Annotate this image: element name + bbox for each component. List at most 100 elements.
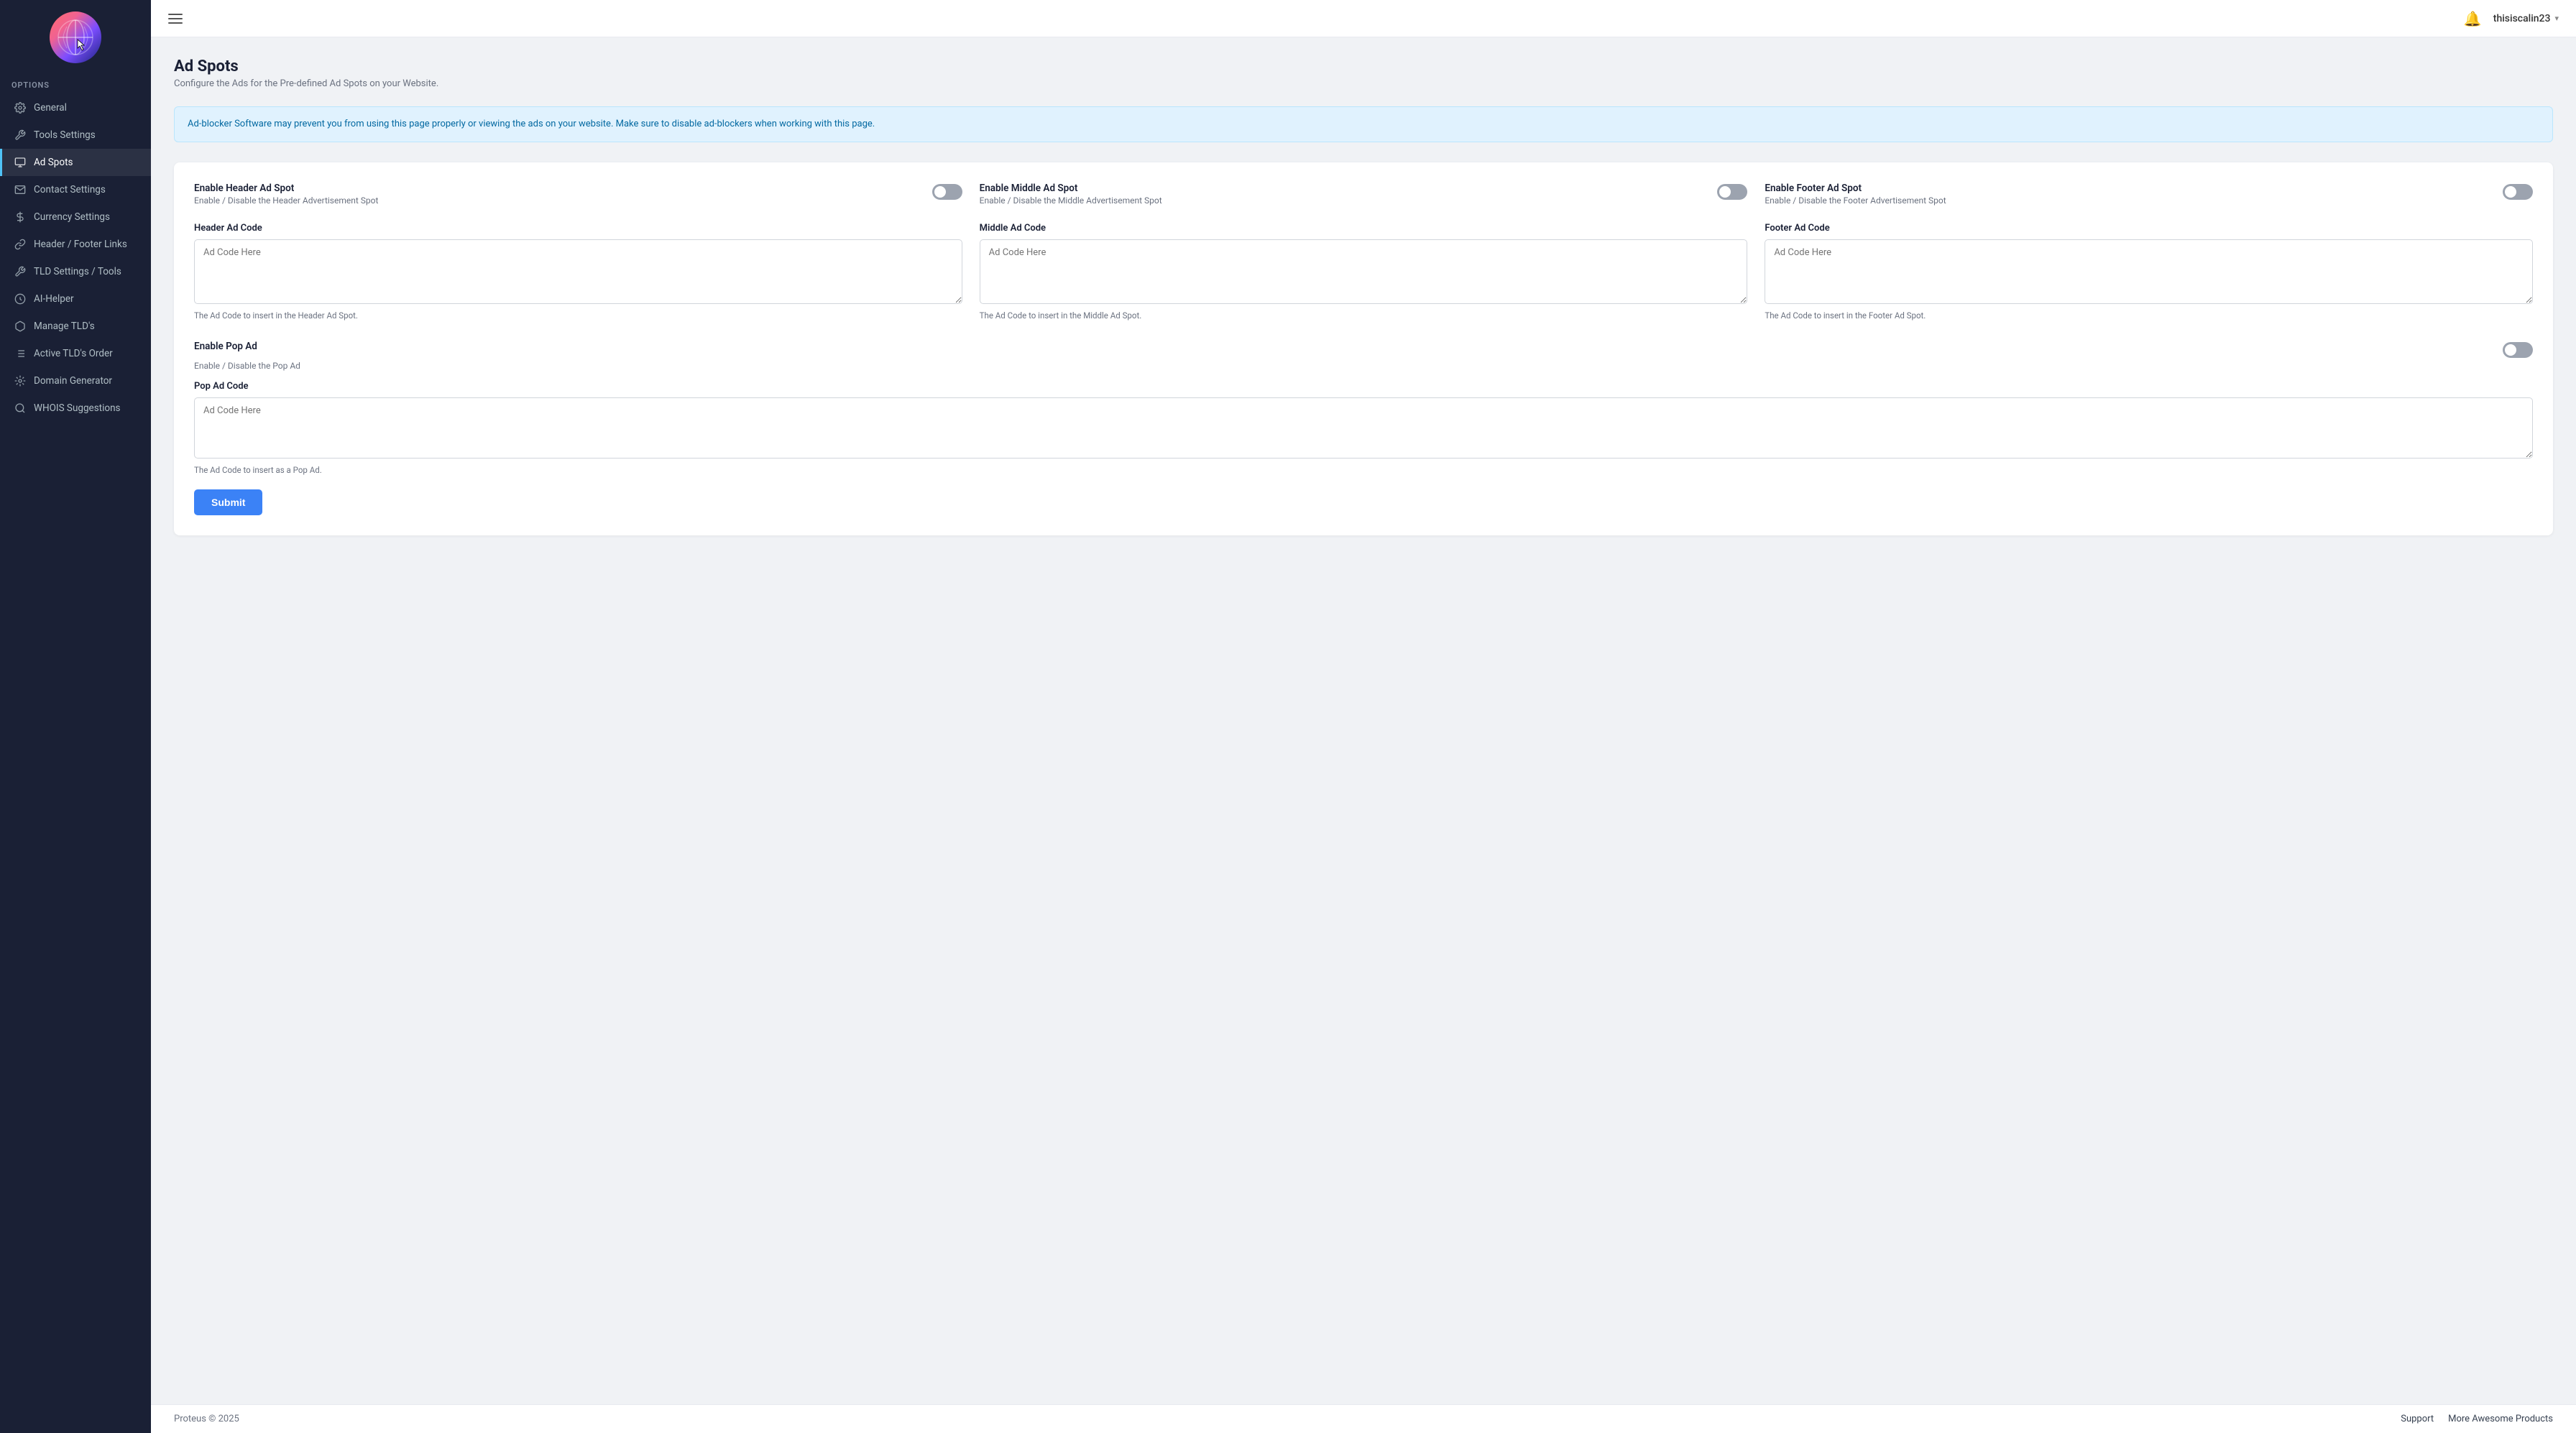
sidebar-item-label: Tools Settings <box>34 129 96 141</box>
order-icon <box>14 347 27 360</box>
toggle-info-middle: Enable Middle Ad Spot Enable / Disable t… <box>980 183 1709 206</box>
sidebar-item-label: TLD Settings / Tools <box>34 266 121 277</box>
toggle-track-middle <box>1717 184 1747 200</box>
mail-icon <box>14 183 27 196</box>
page-title: Ad Spots <box>174 57 2553 75</box>
toggle-switch-footer[interactable] <box>2503 184 2533 200</box>
notification-bell[interactable]: 🔔 <box>2464 10 2482 27</box>
sidebar-item-label: AI-Helper <box>34 293 74 305</box>
topbar-right: 🔔 thisiscalin23 ▾ <box>2464 10 2559 27</box>
ad-code-item-footer: Footer Ad Code The Ad Code to insert in … <box>1765 223 2533 321</box>
toggle-track-header <box>932 184 962 200</box>
sidebar-item-currency-settings[interactable]: Currency Settings <box>0 203 151 231</box>
sidebar-item-label: Active TLD's Order <box>34 348 113 359</box>
sidebar-item-label: WHOIS Suggestions <box>34 402 121 414</box>
form-card: Enable Header Ad Spot Enable / Disable t… <box>174 162 2553 535</box>
sidebar-item-label: Ad Spots <box>34 157 73 168</box>
pop-ad-code-input[interactable] <box>194 397 2533 459</box>
middle-ad-code-input[interactable] <box>980 239 1748 304</box>
sidebar-item-label: Header / Footer Links <box>34 239 127 250</box>
sidebar-item-label: Currency Settings <box>34 211 110 223</box>
toggle-switch-middle[interactable] <box>1717 184 1747 200</box>
toggle-label-middle: Enable Middle Ad Spot <box>980 183 1709 194</box>
toggle-desc-middle: Enable / Disable the Middle Advertisemen… <box>980 195 1709 206</box>
sidebar-item-manage-tlds[interactable]: Manage TLD's <box>0 313 151 340</box>
toggle-label-header: Enable Header Ad Spot <box>194 183 924 194</box>
toggle-track-footer <box>2503 184 2533 200</box>
sidebar-item-label: Contact Settings <box>34 184 106 195</box>
app-logo <box>50 11 101 63</box>
sidebar-item-ai-helper[interactable]: AI-Helper <box>0 285 151 313</box>
ad-code-hint-middle: The Ad Code to insert in the Middle Ad S… <box>980 310 1748 321</box>
sidebar-item-general[interactable]: General <box>0 94 151 121</box>
footer-links: Support More Awesome Products <box>2401 1414 2553 1424</box>
topbar-left <box>168 14 183 24</box>
sidebar-item-label: General <box>34 102 67 114</box>
footer-ad-code-input[interactable] <box>1765 239 2533 304</box>
username: thisiscalin23 <box>2493 13 2551 24</box>
link-icon <box>14 238 27 251</box>
footer-link-support[interactable]: Support <box>2401 1414 2434 1424</box>
monitor-icon <box>14 156 27 169</box>
ad-code-item-middle: Middle Ad Code The Ad Code to insert in … <box>980 223 1748 321</box>
sidebar-item-active-tlds-order[interactable]: Active TLD's Order <box>0 340 151 367</box>
header-ad-code-input[interactable] <box>194 239 962 304</box>
ad-code-grid: Header Ad Code The Ad Code to insert in … <box>194 223 2533 321</box>
alert-adblocker: Ad-blocker Software may prevent you from… <box>174 106 2553 142</box>
sidebar-item-whois-suggestions[interactable]: WHOIS Suggestions <box>0 395 151 422</box>
pop-ad-label: Enable Pop Ad <box>194 341 257 352</box>
sidebar-item-label: Manage TLD's <box>34 321 95 332</box>
toggle-info-footer: Enable Footer Ad Spot Enable / Disable t… <box>1765 183 2494 206</box>
ad-code-hint-footer: The Ad Code to insert in the Footer Ad S… <box>1765 310 2533 321</box>
pop-ad-header: Enable Pop Ad <box>194 341 2533 358</box>
manage-icon <box>14 320 27 333</box>
pop-ad-code-label: Pop Ad Code <box>194 381 2533 392</box>
toggle-item-header: Enable Header Ad Spot Enable / Disable t… <box>194 183 962 206</box>
sidebar-section-label: Options <box>0 69 151 94</box>
whois-icon <box>14 402 27 415</box>
sidebar-item-tools-settings[interactable]: Tools Settings <box>0 121 151 149</box>
sidebar-item-tld-settings-tools[interactable]: TLD Settings / Tools <box>0 258 151 285</box>
user-menu[interactable]: thisiscalin23 ▾ <box>2493 13 2559 24</box>
ad-code-label-header: Header Ad Code <box>194 223 962 234</box>
pop-ad-section: Enable Pop Ad Enable / Disable the Pop A… <box>194 341 2533 475</box>
toggle-info-header: Enable Header Ad Spot Enable / Disable t… <box>194 183 924 206</box>
pop-ad-hint: The Ad Code to insert as a Pop Ad. <box>194 465 2533 475</box>
sidebar-item-ad-spots[interactable]: Ad Spots <box>0 149 151 176</box>
sidebar-item-domain-generator[interactable]: Domain Generator <box>0 367 151 395</box>
page-content: Ad Spots Configure the Ads for the Pre-d… <box>151 37 2576 1404</box>
chevron-down-icon: ▾ <box>2554 14 2559 23</box>
page-footer: Proteus © 2025 Support More Awesome Prod… <box>151 1404 2576 1433</box>
toggle-track-pop-ad <box>2503 342 2533 358</box>
submit-button[interactable]: Submit <box>194 489 262 515</box>
pop-ad-desc: Enable / Disable the Pop Ad <box>194 361 2533 371</box>
tool-icon <box>14 265 27 278</box>
sidebar-item-label: Domain Generator <box>34 375 112 387</box>
main-area: 🔔 thisiscalin23 ▾ Ad Spots Configure the… <box>151 0 2576 1433</box>
sidebar-item-contact-settings[interactable]: Contact Settings <box>0 176 151 203</box>
sidebar: Options General Tools Settings Ad Spots … <box>0 0 151 1433</box>
dollar-icon <box>14 211 27 224</box>
toggle-desc-header: Enable / Disable the Header Advertisemen… <box>194 195 924 206</box>
hamburger-menu[interactable] <box>168 14 183 24</box>
toggle-item-footer: Enable Footer Ad Spot Enable / Disable t… <box>1765 183 2533 206</box>
footer-copyright: Proteus © 2025 <box>174 1414 239 1424</box>
footer-link-awesome-products[interactable]: More Awesome Products <box>2448 1414 2553 1424</box>
toggle-grid: Enable Header Ad Spot Enable / Disable t… <box>194 183 2533 206</box>
ad-code-label-middle: Middle Ad Code <box>980 223 1748 234</box>
toggle-switch-pop-ad[interactable] <box>2503 342 2533 358</box>
generator-icon <box>14 374 27 387</box>
page-subtitle: Configure the Ads for the Pre-defined Ad… <box>174 78 2553 89</box>
sidebar-item-header-footer-links[interactable]: Header / Footer Links <box>0 231 151 258</box>
toggle-desc-footer: Enable / Disable the Footer Advertisemen… <box>1765 195 2494 206</box>
toggle-switch-header[interactable] <box>932 184 962 200</box>
settings-icon <box>14 101 27 114</box>
ad-code-label-footer: Footer Ad Code <box>1765 223 2533 234</box>
wrench-icon <box>14 129 27 142</box>
ad-code-item-header: Header Ad Code The Ad Code to insert in … <box>194 223 962 321</box>
pop-ad-info: Enable Pop Ad <box>194 341 257 354</box>
toggle-label-footer: Enable Footer Ad Spot <box>1765 183 2494 194</box>
toggle-item-middle: Enable Middle Ad Spot Enable / Disable t… <box>980 183 1748 206</box>
topbar: 🔔 thisiscalin23 ▾ <box>151 0 2576 37</box>
ai-icon <box>14 292 27 305</box>
